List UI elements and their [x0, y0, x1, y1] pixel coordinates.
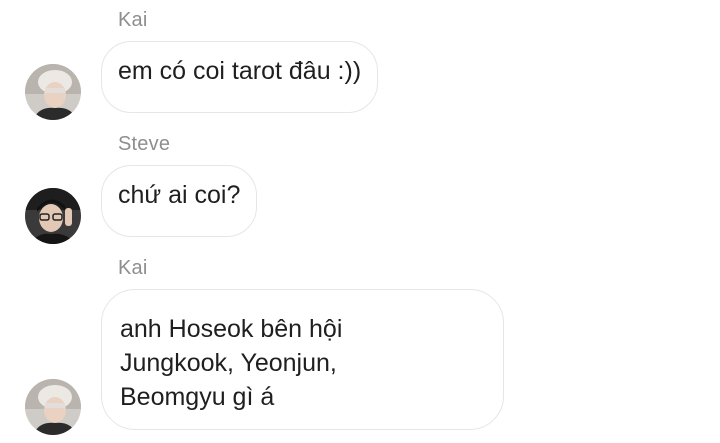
message-bubble[interactable]: em có coi tarot đâu :)) — [101, 41, 379, 113]
avatar[interactable] — [25, 379, 81, 435]
avatar-image — [25, 379, 81, 435]
sender-name: Steve — [118, 133, 171, 155]
avatar[interactable] — [25, 188, 81, 244]
avatar-image — [25, 188, 81, 244]
sender-name: Kai — [118, 257, 148, 279]
message-bubble[interactable]: chứ ai coi? — [101, 165, 258, 237]
avatar-image — [25, 64, 81, 120]
message-line: anh Hoseok bên hội — [120, 315, 343, 343]
message-line: Beomgyu gì á — [120, 383, 275, 411]
sender-name: Kai — [118, 9, 148, 31]
message-bubble[interactable]: anh Hoseok bên hội Jungkook, Yeonjun, Be… — [101, 289, 504, 430]
message-text: em có coi tarot đâu :)) — [118, 57, 362, 85]
message-line: Jungkook, Yeonjun, — [120, 349, 337, 377]
chat-thread: Kai em có coi tarot đâu :)) Steve chứ ai… — [0, 0, 720, 443]
message-text: chứ ai coi? — [118, 181, 241, 209]
avatar[interactable] — [25, 64, 81, 120]
